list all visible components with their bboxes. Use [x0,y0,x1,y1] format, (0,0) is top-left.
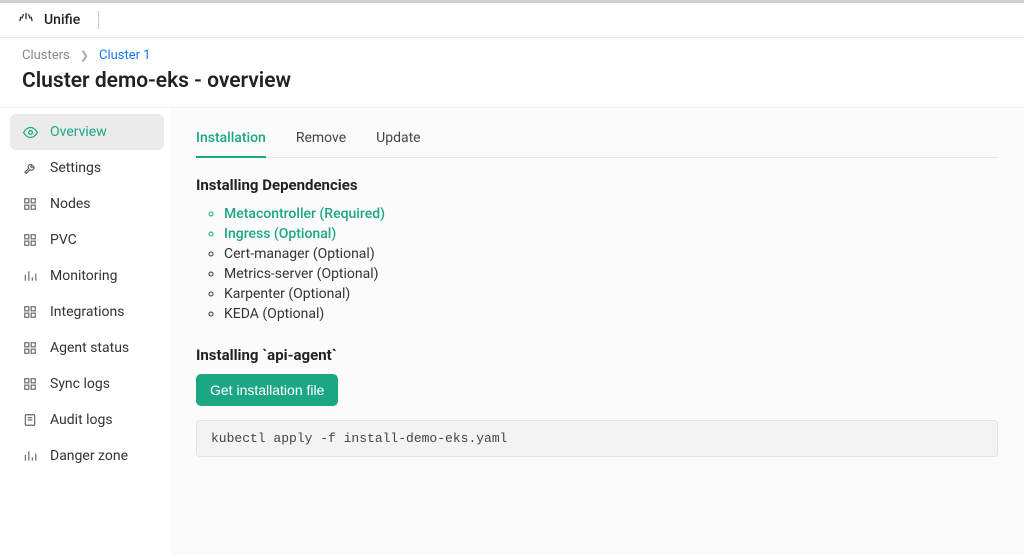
sidebar-item-label: Nodes [50,196,91,212]
chevron-right-icon: ❯ [80,49,89,62]
bar-chart-icon [22,269,38,283]
sidebar-item-overview[interactable]: Overview [10,114,164,150]
sidebar-item-monitoring[interactable]: Monitoring [10,258,164,294]
sidebar-item-label: Monitoring [50,268,118,284]
sidebar-item-label: Overview [50,124,107,140]
sidebar-item-sync-logs[interactable]: Sync logs [10,366,164,402]
tab-installation[interactable]: Installation [196,124,266,158]
grid-icon [22,197,38,211]
get-installation-file-button[interactable]: Get installation file [196,374,338,406]
eye-icon [22,125,38,140]
sidebar-item-label: Agent status [50,340,129,356]
book-icon [22,413,38,427]
sidebar-item-integrations[interactable]: Integrations [10,294,164,330]
sidebar-item-label: PVC [50,232,77,248]
sidebar-item-audit-logs[interactable]: Audit logs [10,402,164,438]
dep-keda: KEDA (Optional) [224,304,998,324]
brand-name: Unifie [44,12,80,28]
sidebar-item-pvc[interactable]: PVC [10,222,164,258]
sidebar-item-settings[interactable]: Settings [10,150,164,186]
grid-icon [22,305,38,319]
dep-cert-manager: Cert-manager (Optional) [224,244,998,264]
logo-icon [18,12,34,28]
sidebar: Overview Settings Nodes PVC Monitoring I… [0,108,170,555]
grid-icon [22,377,38,391]
sidebar-item-label: Danger zone [50,448,128,464]
sidebar-item-label: Integrations [50,304,124,320]
dep-ingress[interactable]: Ingress (Optional) [224,224,998,244]
topbar: Unifie [0,0,1024,38]
tab-update[interactable]: Update [376,124,420,157]
page-title: Cluster demo-eks - overview [0,63,1024,107]
main-content: Installation Remove Update Installing De… [170,108,1024,555]
breadcrumb-current[interactable]: Cluster 1 [99,48,151,63]
deps-list: Metacontroller (Required) Ingress (Optio… [196,204,998,324]
sidebar-item-agent-status[interactable]: Agent status [10,330,164,366]
dep-metacontroller[interactable]: Metacontroller (Required) [224,204,998,224]
grid-icon [22,341,38,355]
bar-chart-icon [22,449,38,463]
sidebar-item-label: Audit logs [50,412,113,428]
wrench-icon [22,161,38,176]
grid-icon [22,233,38,247]
install-command[interactable]: kubectl apply -f install-demo-eks.yaml [196,420,998,457]
sidebar-item-label: Settings [50,160,101,176]
tab-remove[interactable]: Remove [296,124,346,157]
tabs: Installation Remove Update [196,124,998,158]
install-heading: Installing `api-agent` [196,346,998,364]
sidebar-item-label: Sync logs [50,376,110,392]
dep-karpenter: Karpenter (Optional) [224,284,998,304]
deps-heading: Installing Dependencies [196,176,998,194]
breadcrumb: Clusters ❯ Cluster 1 [0,38,1024,63]
divider [98,11,99,29]
sidebar-item-nodes[interactable]: Nodes [10,186,164,222]
dep-metrics-server: Metrics-server (Optional) [224,264,998,284]
breadcrumb-root[interactable]: Clusters [22,48,70,63]
sidebar-item-danger-zone[interactable]: Danger zone [10,438,164,474]
